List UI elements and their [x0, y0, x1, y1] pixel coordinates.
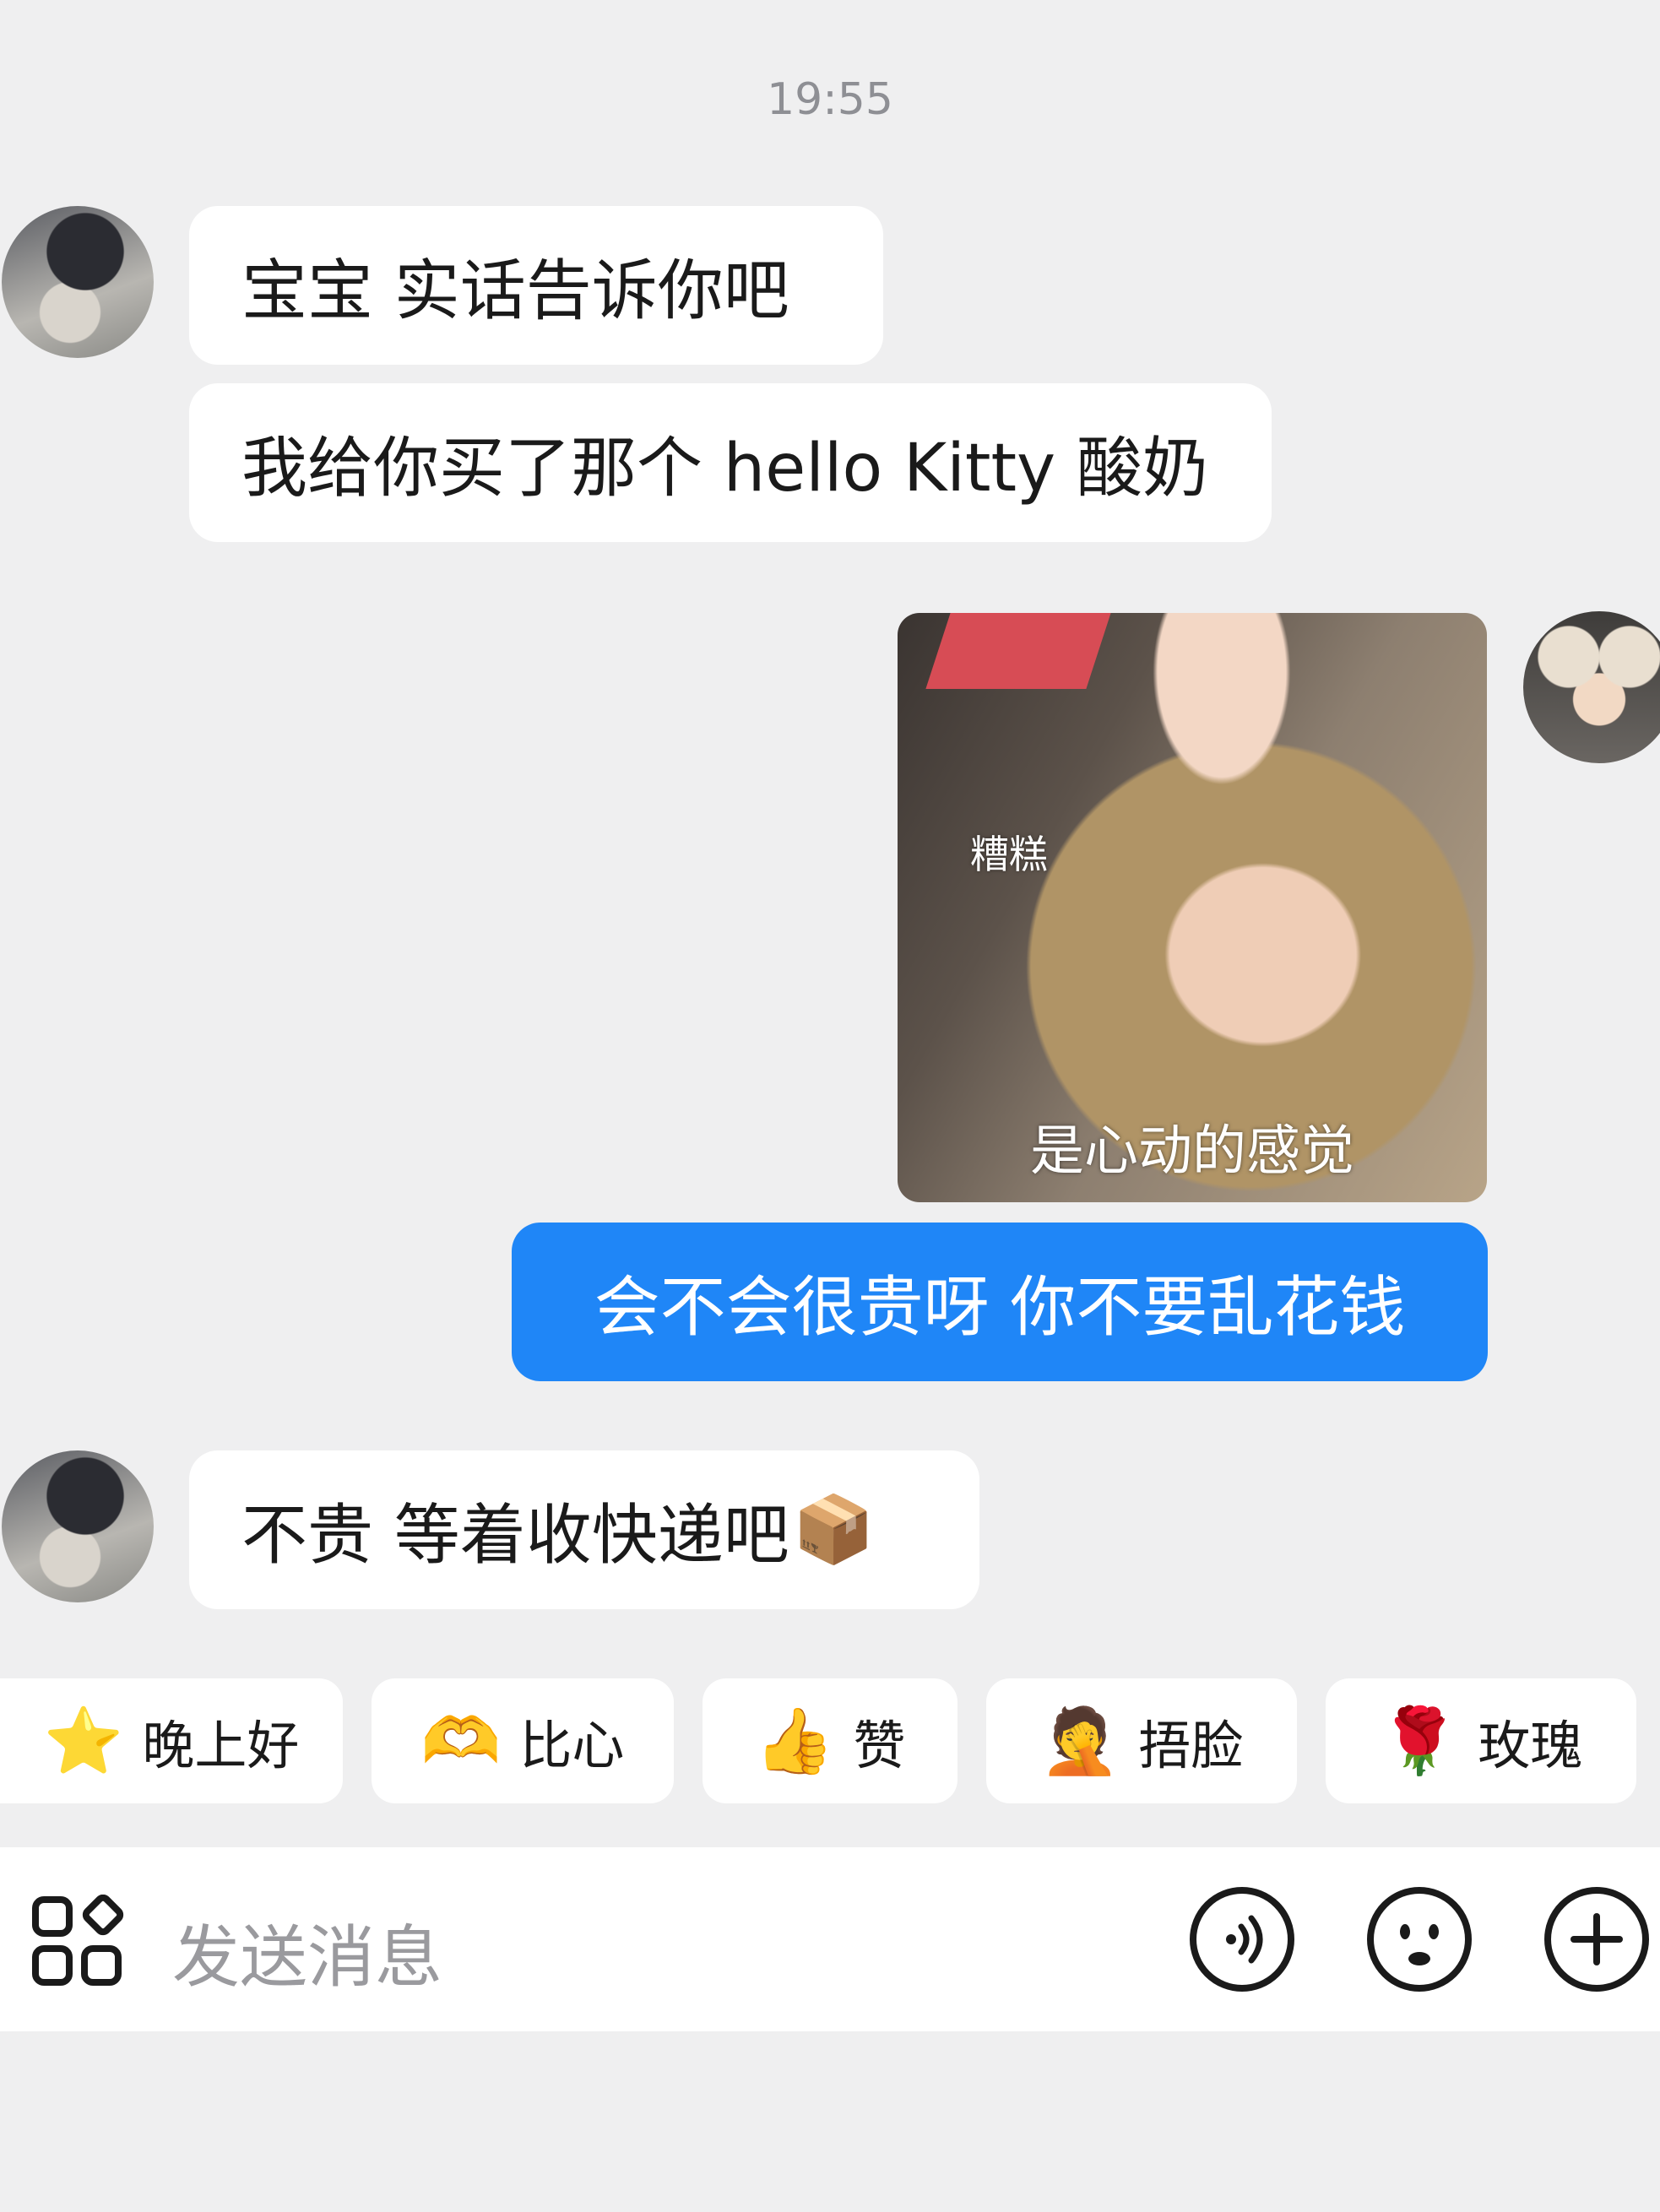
finger-heart-icon: 🫶 — [420, 1703, 502, 1778]
message-text: 不贵 等着收快递吧 — [241, 1498, 789, 1574]
sticker-caption-bottom: 是心动的感觉 — [1030, 1120, 1354, 1183]
quick-reply-bar: ⭐ 晚上好 🫶 比心 👍 赞 🤦 捂脸 🌹 玫瑰 — [0, 1678, 1660, 1803]
quick-reply-label: 晚上好 — [142, 1715, 300, 1776]
sticker-caption-top: 糟糕 — [970, 832, 1048, 877]
plus-icon[interactable] — [1543, 1886, 1650, 1992]
message-bubble-other[interactable]: 宝宝 实话告诉你吧 — [189, 206, 883, 365]
quick-reply-like[interactable]: 👍 赞 — [703, 1678, 957, 1803]
quick-reply-label: 赞 — [853, 1715, 906, 1776]
message-text: 宝宝 实话告诉你吧 — [241, 253, 789, 329]
apps-grid-icon[interactable] — [30, 1895, 125, 1989]
voice-icon[interactable] — [1189, 1886, 1295, 1992]
quick-reply-facepalm[interactable]: 🤦 捂脸 — [986, 1678, 1297, 1803]
sticker-image[interactable]: 糟糕 是心动的感觉 — [898, 613, 1487, 1202]
quick-reply-good-evening[interactable]: ⭐ 晚上好 — [0, 1678, 343, 1803]
message-input-bar: 发送消息 — [0, 1847, 1660, 2031]
package-icon: 📦 — [792, 1491, 875, 1568]
message-bubble-other[interactable]: 不贵 等着收快递吧 📦 — [189, 1450, 979, 1609]
message-text: 会不会很贵呀 你不要乱花钱 — [594, 1270, 1406, 1346]
message-text: 我给你买了那个 hello Kitty 酸奶 — [241, 431, 1209, 507]
quick-reply-rose[interactable]: 🌹 玫瑰 — [1326, 1678, 1636, 1803]
timestamp: 19:55 — [767, 74, 893, 125]
thumbs-up-icon: 👍 — [754, 1703, 835, 1778]
rose-icon: 🌹 — [1379, 1703, 1460, 1778]
avatar-me[interactable] — [1523, 611, 1660, 763]
quick-reply-label: 比心 — [519, 1715, 625, 1776]
avatar-other[interactable] — [2, 206, 154, 358]
facepalm-icon: 🤦 — [1039, 1703, 1120, 1778]
quick-reply-label: 玫瑰 — [1478, 1715, 1583, 1776]
sticker-decoration — [925, 613, 1111, 689]
message-bubble-other[interactable]: 我给你买了那个 hello Kitty 酸奶 — [189, 383, 1272, 542]
avatar-other[interactable] — [2, 1450, 154, 1602]
quick-reply-label: 捂脸 — [1138, 1715, 1244, 1776]
emoji-icon[interactable] — [1366, 1886, 1473, 1992]
message-bubble-me[interactable]: 会不会很贵呀 你不要乱花钱 — [512, 1223, 1488, 1381]
message-input[interactable]: 发送消息 — [172, 1903, 442, 2001]
quick-reply-finger-heart[interactable]: 🫶 比心 — [372, 1678, 674, 1803]
star-face-icon: ⭐ — [43, 1703, 124, 1778]
